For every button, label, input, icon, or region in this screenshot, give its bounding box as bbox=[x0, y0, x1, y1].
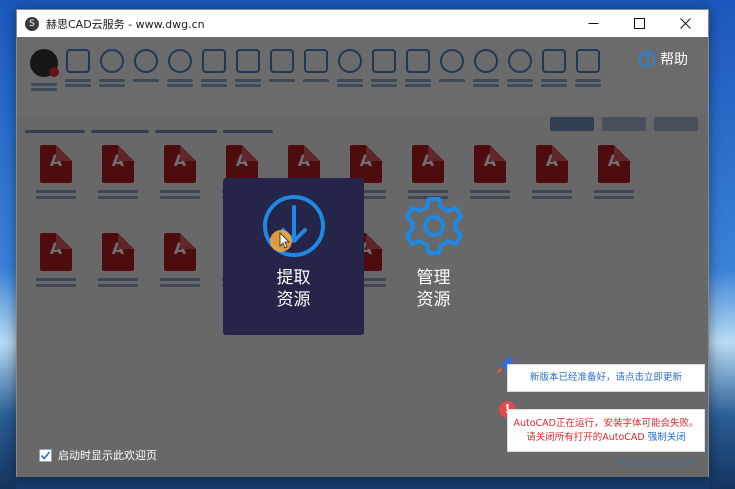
download-circle-icon bbox=[262, 195, 325, 257]
warning-line2: 请关闭所有打开的AutoCAD 强制关闭 bbox=[508, 431, 704, 445]
update-notification-text[interactable]: 新版本已经准备好，请点击立即更新 bbox=[530, 372, 682, 383]
autocad-running-warning: AutoCAD正在运行，安装字体可能会失败。 请关闭所有打开的AutoCAD 强… bbox=[507, 409, 705, 452]
extract-label-line2: 资源 bbox=[276, 290, 311, 310]
show-on-startup-option[interactable]: 启动时显示此欢迎页 bbox=[39, 447, 157, 463]
question-circle-icon bbox=[638, 50, 656, 68]
title-bar: S 赫思CAD云服务 - www.dwg.cn bbox=[17, 10, 708, 37]
window-title: 赫思CAD云服务 - www.dwg.cn bbox=[46, 17, 205, 31]
app-logo-icon: S bbox=[25, 16, 39, 31]
help-label: 帮助 bbox=[660, 52, 688, 68]
extract-label-line1: 提取 bbox=[276, 268, 311, 288]
extract-resources-button[interactable]: 提取 资源 bbox=[223, 178, 364, 335]
manage-resources-label: 管理 资源 bbox=[414, 267, 454, 311]
warning-line1: AutoCAD正在运行，安装字体可能会失败。 bbox=[513, 418, 699, 429]
help-button[interactable]: 帮助 bbox=[638, 49, 688, 69]
desktop-wallpaper-left bbox=[0, 0, 16, 489]
minimize-icon bbox=[588, 23, 598, 24]
gear-icon bbox=[404, 197, 463, 255]
maximize-icon bbox=[633, 18, 645, 29]
show-on-startup-checkbox[interactable] bbox=[39, 448, 52, 462]
footer-info bbox=[616, 462, 696, 470]
force-close-link[interactable]: 强制关闭 bbox=[648, 432, 686, 443]
app-window: S 赫思CAD云服务 - www.dwg.cn A A A A A A A A … bbox=[16, 9, 709, 477]
window-controls bbox=[570, 10, 708, 37]
extract-resources-label: 提取 资源 bbox=[274, 267, 314, 311]
manage-label-line2: 资源 bbox=[416, 290, 451, 310]
checkmark-icon bbox=[40, 451, 51, 460]
close-icon bbox=[679, 18, 691, 29]
manage-resources-button[interactable]: 管理 资源 bbox=[363, 178, 504, 335]
show-on-startup-label: 启动时显示此欢迎页 bbox=[58, 449, 157, 462]
warning-line2-prefix: 请关闭所有打开的AutoCAD bbox=[526, 432, 648, 443]
client-area: 帮助 提取 资源 管理 资源 bbox=[17, 37, 708, 477]
minimize-button[interactable] bbox=[570, 10, 616, 37]
desktop-wallpaper-right bbox=[709, 0, 735, 489]
update-notification[interactable]: 新版本已经准备好，请点击立即更新 bbox=[507, 364, 705, 392]
maximize-button[interactable] bbox=[616, 10, 662, 37]
manage-label-line1: 管理 bbox=[416, 268, 451, 288]
close-button[interactable] bbox=[662, 10, 708, 37]
